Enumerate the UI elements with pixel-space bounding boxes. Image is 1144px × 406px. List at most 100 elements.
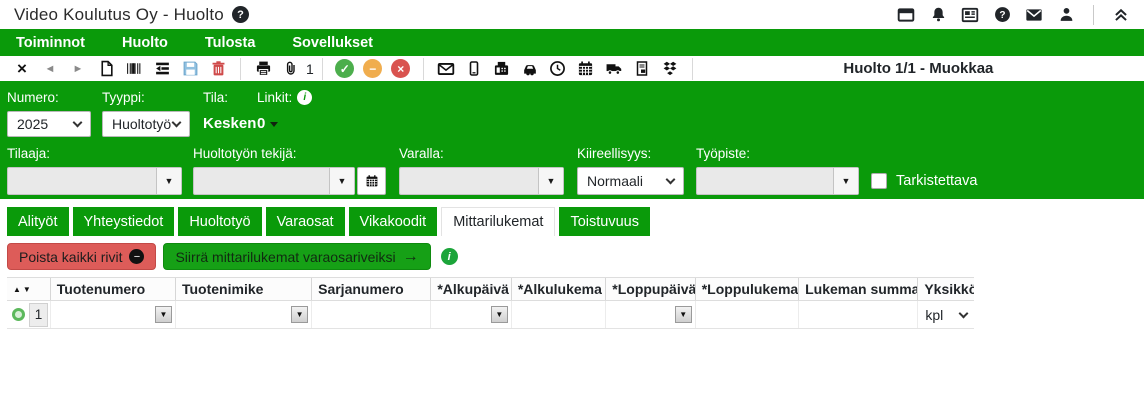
tab-huoltotyo[interactable]: Huoltotyö: [178, 207, 261, 236]
truck-icon[interactable]: [603, 58, 625, 80]
close-icon[interactable]: ×: [11, 58, 33, 80]
cell-dropdown-icon[interactable]: ▼: [291, 306, 308, 323]
bell-icon[interactable]: [929, 6, 947, 24]
cell-dropdown-icon[interactable]: ▼: [491, 306, 508, 323]
tab-toistuvuus[interactable]: Toistuvuus: [559, 207, 650, 236]
cell-dropdown-icon[interactable]: ▼: [155, 306, 172, 323]
browser-window-icon[interactable]: [897, 6, 915, 24]
column-header-tuotenimike[interactable]: Tuotenimike: [176, 278, 312, 300]
fax-icon[interactable]: [491, 58, 513, 80]
insert-row-icon[interactable]: [151, 58, 173, 80]
toolbar-divider: [240, 58, 241, 80]
tyopiste-combobox[interactable]: ▼: [696, 167, 859, 195]
mail-icon[interactable]: [1025, 6, 1043, 24]
news-card-icon[interactable]: [961, 6, 979, 24]
column-header-sarjanumero[interactable]: Sarjanumero: [312, 278, 431, 300]
dropdown-arrow-icon[interactable]: ▼: [156, 168, 181, 194]
cell-dropdown-icon[interactable]: ▼: [675, 306, 692, 323]
tarkistettava-label: Tarkistettava: [896, 173, 977, 189]
barcode-icon[interactable]: [123, 58, 145, 80]
delete-icon[interactable]: [207, 58, 229, 80]
linkit-info-icon[interactable]: i: [297, 90, 312, 105]
tyyppi-select[interactable]: Huoltotyö: [102, 111, 190, 137]
delete-all-rows-label: Poista kaikki rivit: [19, 249, 122, 265]
transfer-to-parts-button[interactable]: Siirrä mittarilukemat varaosariveiksi →: [163, 243, 430, 270]
tyopiste-label: Työpiste:: [696, 146, 859, 161]
tab-yhteystiedot[interactable]: Yhteystiedot: [73, 207, 175, 236]
collapse-panel-icon[interactable]: [1112, 6, 1130, 24]
menu-sovellukset[interactable]: Sovellukset: [292, 35, 373, 51]
clock-icon[interactable]: [547, 58, 569, 80]
help-icon[interactable]: ?: [993, 6, 1011, 24]
action-bar: Poista kaikki rivit − Siirrä mittariluke…: [7, 243, 1137, 270]
delete-all-rows-button[interactable]: Poista kaikki rivit −: [7, 243, 156, 270]
column-header-alkulukema[interactable]: *Alkulukema: [512, 278, 606, 300]
page-title: Video Koulutus Oy - Huolto: [14, 5, 224, 25]
minus-circle-icon: −: [129, 249, 144, 264]
tab-vikakoodit[interactable]: Vikakoodit: [349, 207, 438, 236]
cell-tuotenimike[interactable]: ▼: [176, 301, 312, 328]
calendar-icon[interactable]: [575, 58, 597, 80]
tilaaja-value: [8, 168, 156, 194]
tab-alityot[interactable]: Alityöt: [7, 207, 69, 236]
column-header-loppulukema[interactable]: *Loppulukema: [696, 278, 799, 300]
meter-readings-table: ▲▼ Tuotenumero Tuotenimike Sarjanumero *…: [7, 277, 974, 329]
cell-tuotenumero[interactable]: ▼: [51, 301, 176, 328]
attachment-icon[interactable]: [280, 58, 302, 80]
report-icon[interactable]: [631, 58, 653, 80]
cell-alkulukema[interactable]: [512, 301, 606, 328]
menu-huolto[interactable]: Huolto: [122, 35, 168, 51]
tarkistettava-checkbox[interactable]: [871, 173, 887, 189]
save-icon[interactable]: [179, 58, 201, 80]
tekija-combobox[interactable]: ▼: [193, 167, 355, 195]
varalla-combobox[interactable]: ▼: [399, 167, 564, 195]
column-header-loppupaiva[interactable]: *Loppupäivä: [606, 278, 695, 300]
menu-toiminnot[interactable]: Toiminnot: [16, 35, 85, 51]
yksikko-select[interactable]: kpl: [921, 307, 971, 323]
arrow-right-icon: →: [403, 248, 419, 266]
dropdown-arrow-icon[interactable]: ▼: [833, 168, 858, 194]
info-icon[interactable]: i: [441, 248, 458, 265]
user-icon[interactable]: [1057, 6, 1075, 24]
dropdown-arrow-icon[interactable]: ▼: [329, 168, 354, 194]
tab-mittarilukemat[interactable]: Mittarilukemat: [441, 207, 555, 236]
tekija-label: Huoltotyön tekijä:: [193, 146, 386, 161]
tekija-calendar-button[interactable]: [357, 167, 386, 195]
pause-icon[interactable]: −: [363, 59, 382, 78]
column-header-tuotenumero[interactable]: Tuotenumero: [51, 278, 176, 300]
form-area: Numero: 2025 Tyyppi: Huoltotyö Tila: Kes…: [0, 81, 1144, 199]
approve-icon[interactable]: ✓: [335, 59, 354, 78]
mobile-phone-icon[interactable]: [463, 58, 485, 80]
email-icon[interactable]: [435, 58, 457, 80]
kiireellisyys-label: Kiireellisyys:: [577, 146, 684, 161]
toolbar-divider: [423, 58, 424, 80]
cell-loppupaiva[interactable]: ▼: [606, 301, 695, 328]
column-header-yksikko[interactable]: Yksikkö: [918, 278, 974, 300]
print-icon[interactable]: [252, 58, 274, 80]
reject-icon[interactable]: ×: [391, 59, 410, 78]
add-row-icon[interactable]: [12, 308, 25, 321]
row-number[interactable]: 1: [29, 303, 48, 327]
prev-record-icon[interactable]: ◄: [39, 58, 61, 80]
new-document-icon[interactable]: [95, 58, 117, 80]
car-icon[interactable]: [519, 58, 541, 80]
cell-alkupaiva[interactable]: ▼: [431, 301, 512, 328]
dropdown-arrow-icon[interactable]: ▼: [538, 168, 563, 194]
linkit-value[interactable]: 0: [257, 111, 312, 137]
tyopiste-value: [697, 168, 833, 194]
cell-sarjanumero[interactable]: [312, 301, 431, 328]
column-header-alkupaiva[interactable]: *Alkupäivä: [431, 278, 512, 300]
sort-icons[interactable]: ▲▼: [13, 285, 33, 294]
column-header-lukeman-summa[interactable]: Lukeman summa: [799, 278, 918, 300]
tab-varaosat[interactable]: Varaosat: [266, 207, 345, 236]
tilaaja-combobox[interactable]: ▼: [7, 167, 182, 195]
help-badge-icon[interactable]: ?: [232, 6, 249, 23]
kiireellisyys-select[interactable]: Normaali: [577, 167, 684, 195]
next-record-icon[interactable]: ►: [67, 58, 89, 80]
dropbox-icon[interactable]: [659, 58, 681, 80]
record-context-label: Huolto 1/1 - Muokkaa: [701, 60, 1136, 77]
menu-tulosta[interactable]: Tulosta: [205, 35, 255, 51]
numero-select[interactable]: 2025: [7, 111, 91, 137]
cell-lukeman-summa[interactable]: [799, 301, 918, 328]
cell-loppulukema[interactable]: [696, 301, 799, 328]
